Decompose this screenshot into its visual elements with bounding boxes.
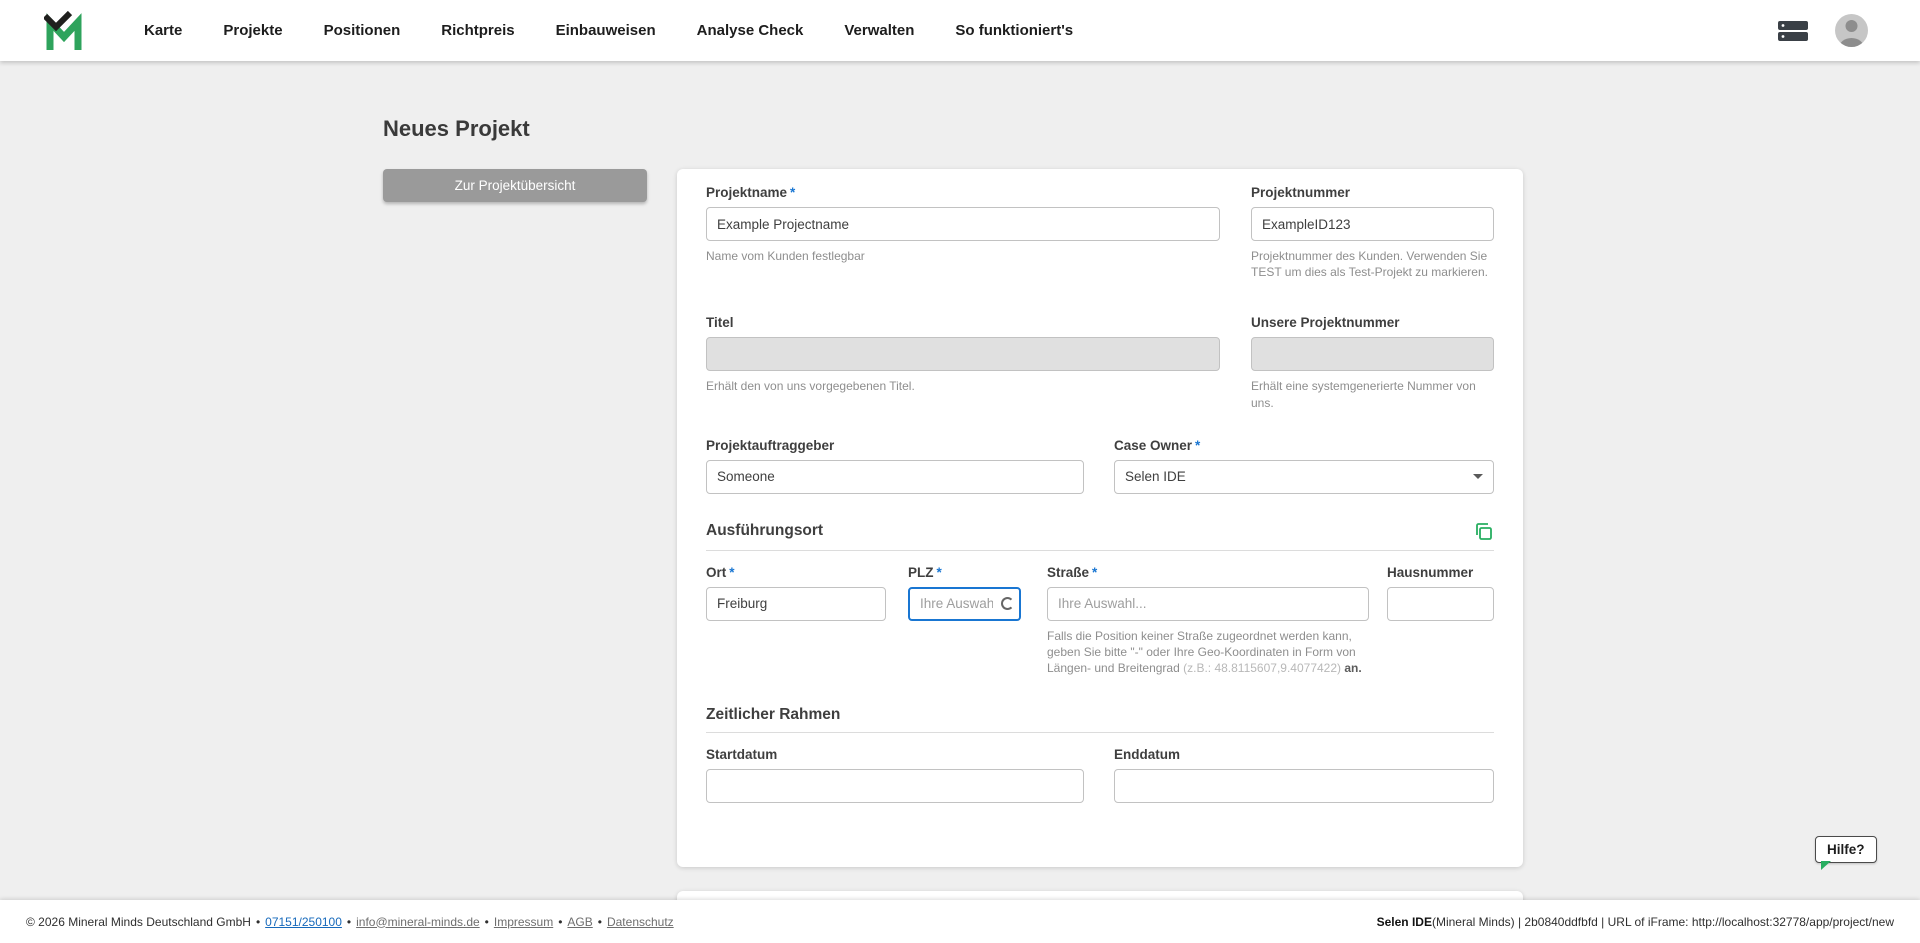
copy-icon[interactable] bbox=[1472, 520, 1494, 542]
person-icon bbox=[1839, 20, 1864, 47]
case-owner-value: Selen IDE bbox=[1125, 469, 1186, 485]
strasse-label: Straße * bbox=[1047, 564, 1098, 580]
logo-m-icon bbox=[42, 10, 82, 50]
footer-legal: © 2026 Mineral Minds Deutschland GmbH • … bbox=[26, 914, 674, 929]
enddatum-label: Enddatum bbox=[1114, 747, 1180, 763]
nav-item-analyse-check[interactable]: Analyse Check bbox=[697, 22, 804, 39]
projektname-label: Projektname * bbox=[706, 185, 796, 200]
user-avatar[interactable] bbox=[1835, 14, 1868, 47]
copyright-text: © 2026 Mineral Minds Deutschland GmbH bbox=[26, 914, 251, 929]
footer: © 2026 Mineral Minds Deutschland GmbH • … bbox=[0, 900, 1920, 943]
section-divider bbox=[706, 549, 1494, 551]
nav-item-einbauweisen[interactable]: Einbauweisen bbox=[556, 22, 656, 39]
field-strasse: Straße* Falls die Position keiner Straße… bbox=[1047, 565, 1369, 677]
projektname-helper: Name vom Kunden festlegbar bbox=[706, 249, 865, 263]
field-projektauftraggeber: Projektauftraggeber bbox=[706, 438, 1084, 494]
footer-datenschutz-link[interactable]: Datenschutz bbox=[607, 915, 674, 929]
unsere-projektnummer-input bbox=[1251, 337, 1494, 372]
unsere-projektnummer-label: Unsere Projektnummer bbox=[1251, 315, 1400, 331]
nav-item-karte[interactable]: Karte bbox=[144, 22, 182, 39]
back-to-project-overview-button[interactable]: Zur Projektübersicht bbox=[383, 169, 647, 202]
nav-item-verwalten[interactable]: Verwalten bbox=[844, 22, 914, 39]
section-divider bbox=[706, 732, 1494, 734]
required-marker: * bbox=[729, 564, 735, 580]
chevron-down-icon bbox=[1473, 474, 1483, 480]
case-owner-label: Case Owner * bbox=[1114, 437, 1201, 453]
section-heading-zeitlicher-rahmen: Zeitlicher Rahmen bbox=[706, 706, 841, 724]
projektname-input[interactable] bbox=[706, 207, 1220, 241]
session-details: (Mineral Minds) | 2b0840ddfbfd | URL of … bbox=[1431, 914, 1894, 929]
field-unsere-projektnummer: Unsere Projektnummer Erhält eine systemg… bbox=[1251, 315, 1494, 410]
hausnummer-label: Hausnummer bbox=[1387, 564, 1474, 580]
enddatum-input[interactable] bbox=[1114, 769, 1494, 804]
startdatum-label: Startdatum bbox=[706, 747, 778, 763]
titel-label: Titel bbox=[706, 315, 734, 331]
nav-item-projekte[interactable]: Projekte bbox=[223, 22, 282, 39]
projektnummer-label: Projektnummer bbox=[1251, 185, 1351, 200]
loading-spinner-icon bbox=[1001, 596, 1014, 610]
nav-item-positionen[interactable]: Positionen bbox=[324, 22, 401, 39]
field-titel: Titel Erhält den von uns vorgegebenen Ti… bbox=[706, 315, 1220, 410]
case-owner-select[interactable]: Selen IDE bbox=[1114, 459, 1494, 494]
projektnummer-helper: Projektnummer des Kunden. Verwenden Sie … bbox=[1251, 249, 1488, 280]
help-button[interactable]: Hilfe? bbox=[1815, 836, 1877, 870]
footer-impressum-link[interactable]: Impressum bbox=[494, 915, 553, 929]
titel-helper: Erhält den von uns vorgegebenen Titel. bbox=[706, 379, 915, 394]
titel-input bbox=[706, 337, 1220, 372]
projektauftraggeber-input[interactable] bbox=[706, 459, 1084, 494]
mineral-minds-logo[interactable] bbox=[42, 10, 90, 51]
footer-agb-link[interactable]: AGB bbox=[567, 915, 592, 929]
field-ort: Ort * bbox=[706, 565, 886, 677]
nav-item-so-funktionierts[interactable]: So funktioniert's bbox=[955, 22, 1073, 39]
navbar-right bbox=[1777, 14, 1868, 47]
page-title: Neues Projekt bbox=[383, 116, 530, 141]
startdatum-input[interactable] bbox=[706, 769, 1084, 804]
ort-label: Ort * bbox=[706, 564, 735, 580]
projektnummer-input[interactable] bbox=[1251, 207, 1494, 241]
footer-email-link[interactable]: info@mineral-minds.de bbox=[356, 915, 480, 929]
required-marker: * bbox=[936, 564, 942, 580]
unsere-projektnummer-helper: Erhält eine systemgenerierte Nummer von … bbox=[1251, 379, 1476, 410]
strasse-input[interactable] bbox=[1047, 586, 1369, 621]
session-user: Selen IDE bbox=[1376, 914, 1432, 929]
required-marker: * bbox=[790, 185, 796, 200]
hausnummer-input[interactable] bbox=[1387, 586, 1494, 621]
field-enddatum: Enddatum bbox=[1114, 747, 1494, 804]
footer-phone-link[interactable]: 07151/250100 bbox=[265, 915, 342, 929]
field-plz: PLZ * bbox=[908, 565, 1021, 677]
top-navbar: Karte Projekte Positionen Richtpreis Ein… bbox=[0, 0, 1920, 61]
field-case-owner: Case Owner * Selen IDE bbox=[1114, 438, 1494, 494]
nav-item-richtpreis[interactable]: Richtpreis bbox=[441, 22, 514, 39]
server-icon[interactable] bbox=[1777, 19, 1809, 43]
main-nav: Karte Projekte Positionen Richtpreis Ein… bbox=[144, 22, 1073, 39]
footer-session-info: Selen IDE (Mineral Minds) | 2b0840ddfbfd… bbox=[1377, 915, 1894, 929]
field-startdatum: Startdatum bbox=[706, 747, 1084, 804]
section-heading-ausfuehrungsort: Ausführungsort bbox=[706, 521, 824, 539]
required-marker: * bbox=[1195, 437, 1201, 453]
projektauftraggeber-label: Projektauftraggeber bbox=[706, 437, 835, 453]
field-projektnummer: Projektnummer Projektnummer des Kunden. … bbox=[1251, 185, 1494, 280]
strasse-helper: Falls die Position keiner Straße zugeord… bbox=[1047, 628, 1362, 676]
new-project-form-card: Projektname* Name vom Kunden festlegbar … bbox=[677, 169, 1523, 867]
plz-label: PLZ * bbox=[908, 564, 942, 580]
ort-input[interactable] bbox=[706, 586, 886, 621]
required-marker: * bbox=[1092, 564, 1098, 580]
field-projektname: Projektname* Name vom Kunden festlegbar bbox=[706, 185, 1220, 280]
field-hausnummer: Hausnummer bbox=[1387, 565, 1494, 677]
